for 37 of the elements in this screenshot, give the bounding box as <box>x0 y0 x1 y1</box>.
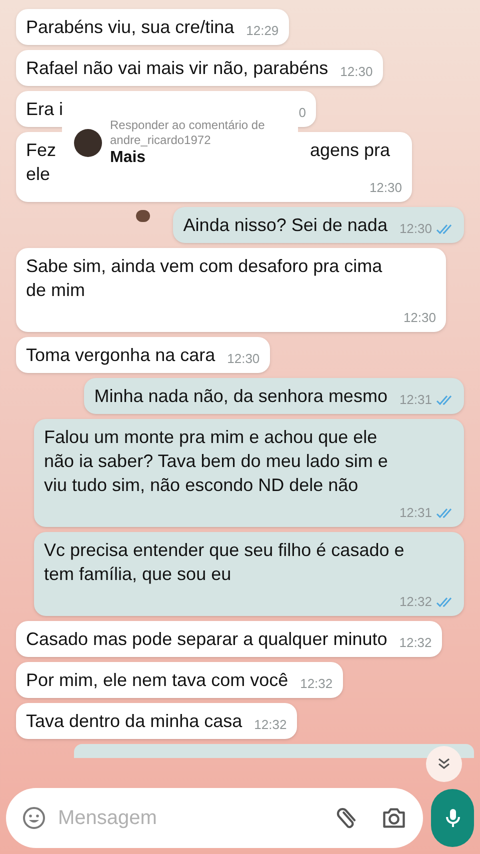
message-text: Vc precisa entender que seu filho é casado e tem família, que sou eu <box>44 539 406 586</box>
message-text: Rafael não vai mais vir não, parabéns <box>26 57 328 80</box>
message-text: Casado mas pode separar a qualquer minuto <box>26 628 388 651</box>
message-field[interactable]: Mensagem <box>6 788 423 848</box>
message-time: 12:32 <box>399 594 432 610</box>
message-time: 12:32 <box>254 717 287 733</box>
avatar <box>74 129 102 157</box>
message-time: 12:32 <box>399 635 432 651</box>
sticker-label: Mais <box>110 148 147 168</box>
message-text: agens pra <box>310 139 391 162</box>
message-field[interactable]: Mensagem <box>58 803 323 833</box>
message-time: 12:32 <box>300 676 333 692</box>
message-time: 12:30 <box>399 221 432 237</box>
message-text: Falou um monte pra mim e achou que ele não ia saber? Tava bem do meu lado sim e viu tudo sim, não escondo ND dele não <box>44 426 389 497</box>
double-chevron-icon <box>436 756 452 772</box>
message-text: Tava dentro da minha casa <box>26 710 242 733</box>
message-text: Parabéns viu, sua cre/tina <box>26 16 234 39</box>
sticker-title: Responder ao comentário de andre_ricardo1972 <box>110 118 266 148</box>
message-text: Fez <box>26 139 56 162</box>
message-time: 12:30 <box>340 64 373 80</box>
message-time: 12:31 <box>399 505 432 521</box>
message-time: 12:30 <box>369 180 402 196</box>
message-time: 12:30 <box>227 351 260 367</box>
message-time: 12:29 <box>246 23 279 39</box>
message-time: 12:30 <box>403 310 436 326</box>
message-text: Ainda nisso? Sei de nada <box>183 214 388 237</box>
message-text: Sabe sim, ainda vem com desaforo pra cima de mim <box>26 255 384 302</box>
emoji-icon[interactable] <box>22 806 46 830</box>
scroll-down-button[interactable] <box>426 746 462 782</box>
microphone-button[interactable] <box>431 789 474 847</box>
message-time: 0 <box>298 105 306 121</box>
message-text: Era i <box>26 98 64 121</box>
message-text: Toma vergonha na cara <box>26 344 216 367</box>
message-time: 12:31 <box>399 392 432 408</box>
message-text: ele <box>26 163 52 186</box>
message-text: Minha nada não, da senhora mesmo <box>94 385 388 408</box>
message-text: Por mim, ele nem tava com você <box>26 669 288 692</box>
